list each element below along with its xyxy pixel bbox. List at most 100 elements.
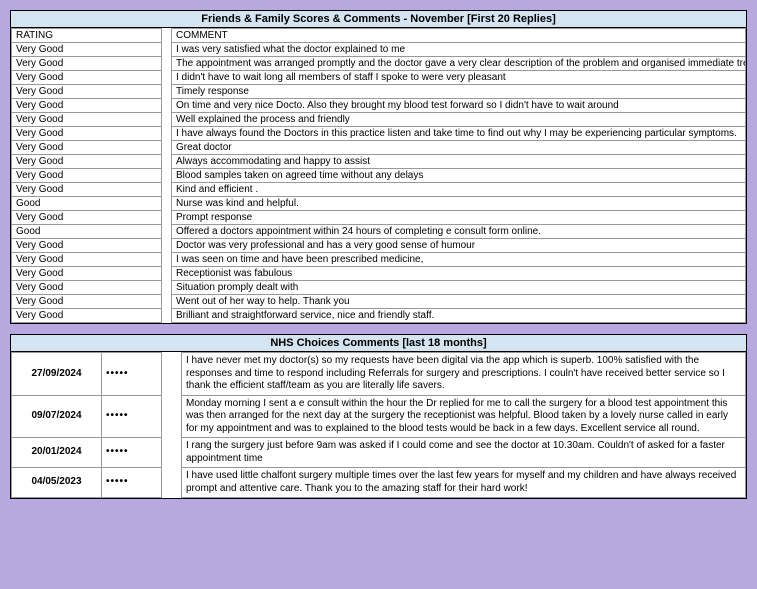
ff-row: Very Good I was seen on time and have bee…: [12, 253, 746, 267]
ff-comment-cell: Prompt response: [172, 211, 746, 225]
ff-comment-cell: Went out of her way to help. Thank you: [172, 295, 746, 309]
ff-comment-cell: Nurse was kind and helpful.: [172, 197, 746, 211]
ff-comment-cell: On time and very nice Docto. Also they b…: [172, 99, 746, 113]
nhs-table: 27/09/2024•••••I have never met my docto…: [11, 352, 746, 498]
ff-table: RATING COMMENT Very Good I was very satis…: [11, 28, 746, 323]
ff-gap: [162, 197, 172, 211]
nhs-comment-cell: I have used little chalfont surgery mult…: [182, 468, 746, 498]
ff-rating-cell: Very Good: [12, 85, 162, 99]
nhs-date-cell: 20/01/2024: [12, 438, 102, 468]
ff-rating-cell: Very Good: [12, 127, 162, 141]
ff-row: Very Good Always accommodating and happy …: [12, 155, 746, 169]
nhs-stars-cell: •••••: [102, 395, 162, 438]
nhs-comment-cell: Monday morning I sent a e consult within…: [182, 395, 746, 438]
ff-rating-cell: Very Good: [12, 253, 162, 267]
ff-comment-cell: Offered a doctors appointment within 24 …: [172, 225, 746, 239]
ff-rating-cell: Very Good: [12, 169, 162, 183]
ff-comment-cell: I was seen on time and have been prescri…: [172, 253, 746, 267]
ff-row: Good Nurse was kind and helpful.: [12, 197, 746, 211]
ff-rating-cell: Very Good: [12, 211, 162, 225]
ff-row: Very Good Receptionist was fabulous: [12, 267, 746, 281]
ff-rating-cell: Good: [12, 197, 162, 211]
ff-comment-cell: I didn't have to wait long all members o…: [172, 71, 746, 85]
ff-rating-cell: Very Good: [12, 57, 162, 71]
ff-row: Very Good Went out of her way to help. Th…: [12, 295, 746, 309]
ff-gap: [162, 113, 172, 127]
ff-title: Friends & Family Scores & Comments - Nov…: [11, 11, 746, 28]
ff-row: Very GoodWell explained the process and …: [12, 113, 746, 127]
ff-panel: Friends & Family Scores & Comments - Nov…: [10, 10, 747, 324]
ff-row: Very Good I have always found the Doctors…: [12, 127, 746, 141]
ff-gap: [162, 267, 172, 281]
ff-row: Very GoodOn time and very nice Docto. Al…: [12, 99, 746, 113]
ff-comment-cell: Always accommodating and happy to assist: [172, 155, 746, 169]
ff-row: Very Good Great doctor: [12, 141, 746, 155]
ff-row: Good Offered a doctors appointment within…: [12, 225, 746, 239]
ff-gap: [162, 295, 172, 309]
ff-gap: [162, 57, 172, 71]
ff-rating-cell: Very Good: [12, 43, 162, 57]
nhs-date-cell: 27/09/2024: [12, 353, 102, 396]
ff-comment-cell: Great doctor: [172, 141, 746, 155]
ff-row: Very Good I was very satisfied what the d…: [12, 43, 746, 57]
ff-gap: [162, 29, 172, 43]
ff-row: Very Good I didn't have to wait long all …: [12, 71, 746, 85]
nhs-title: NHS Choices Comments [last 18 months]: [11, 335, 746, 352]
ff-rating-cell: Very Good: [12, 141, 162, 155]
ff-gap: [162, 183, 172, 197]
ff-row: Very Good Kind and efficient .: [12, 183, 746, 197]
nhs-row: 04/05/2023•••••I have used little chalfo…: [12, 468, 746, 498]
ff-comment-cell: Doctor was very professional and has a v…: [172, 239, 746, 253]
ff-row: Very Good Timely response: [12, 85, 746, 99]
ff-gap: [162, 85, 172, 99]
ff-gap: [162, 141, 172, 155]
ff-rating-cell: Very Good: [12, 183, 162, 197]
nhs-gap: [162, 395, 182, 438]
ff-rating-cell: Very Good: [12, 155, 162, 169]
ff-gap: [162, 169, 172, 183]
ff-rating-cell: Very Good: [12, 71, 162, 85]
ff-row: Very Good The appointment was arranged pr…: [12, 57, 746, 71]
nhs-stars-cell: •••••: [102, 353, 162, 396]
ff-row: Very Good Brilliant and straightforward s…: [12, 309, 746, 323]
ff-header-rating: RATING: [12, 29, 162, 43]
ff-rating-cell: Very Good: [12, 295, 162, 309]
nhs-gap: [162, 438, 182, 468]
nhs-date-cell: 09/07/2024: [12, 395, 102, 438]
ff-header-row: RATING COMMENT: [12, 29, 746, 43]
ff-gap: [162, 211, 172, 225]
ff-rating-cell: Very Good: [12, 309, 162, 323]
ff-row: Very Good Doctor was very professional an…: [12, 239, 746, 253]
nhs-comment-cell: I have never met my doctor(s) so my requ…: [182, 353, 746, 396]
ff-gap: [162, 71, 172, 85]
ff-comment-cell: I was very satisfied what the doctor exp…: [172, 43, 746, 57]
ff-gap: [162, 99, 172, 113]
ff-gap: [162, 239, 172, 253]
ff-gap: [162, 225, 172, 239]
ff-comment-cell: Situation promply dealt with: [172, 281, 746, 295]
ff-comment-cell: I have always found the Doctors in this …: [172, 127, 746, 141]
ff-comment-cell: Receptionist was fabulous: [172, 267, 746, 281]
ff-rating-cell: Good: [12, 225, 162, 239]
ff-gap: [162, 43, 172, 57]
ff-row: Very GoodBlood samples taken on agreed t…: [12, 169, 746, 183]
nhs-stars-cell: •••••: [102, 468, 162, 498]
ff-rating-cell: Very Good: [12, 267, 162, 281]
nhs-row: 27/09/2024••••• I have never met my docto…: [12, 353, 746, 396]
ff-rating-cell: Very Good: [12, 239, 162, 253]
ff-comment-cell: Brilliant and straightforward service, n…: [172, 309, 746, 323]
nhs-row: 20/01/2024•••••I rang the surgery just b…: [12, 438, 746, 468]
ff-comment-cell: Timely response: [172, 85, 746, 99]
ff-row: Very Good Situation promply dealt with: [12, 281, 746, 295]
ff-comment-cell: Kind and efficient .: [172, 183, 746, 197]
nhs-comment-cell: I rang the surgery just before 9am was a…: [182, 438, 746, 468]
ff-header-comment: COMMENT: [172, 29, 746, 43]
ff-comment-cell: Well explained the process and friendly: [172, 113, 746, 127]
nhs-row: 09/07/2024••••• Monday morning I sent a e…: [12, 395, 746, 438]
ff-comment-cell: The appointment was arranged promptly an…: [172, 57, 746, 71]
ff-rating-cell: Very Good: [12, 281, 162, 295]
ff-gap: [162, 253, 172, 267]
nhs-gap: [162, 468, 182, 498]
ff-gap: [162, 281, 172, 295]
nhs-panel: NHS Choices Comments [last 18 months] 27…: [10, 334, 747, 499]
